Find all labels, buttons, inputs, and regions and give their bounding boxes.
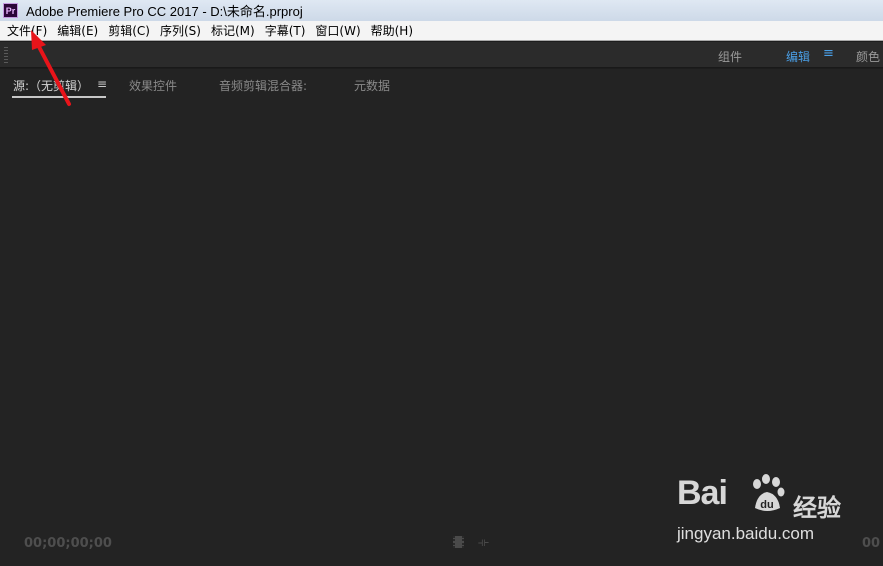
baidu-watermark: Bai du 经验 jingyan.baidu.com <box>677 474 847 554</box>
tab-metadata[interactable]: 元数据 <box>354 77 390 94</box>
watermark-logo-text: Bai <box>677 474 728 512</box>
tab-audio-clip-mixer[interactable]: 音频剪辑混合器: <box>219 77 307 94</box>
tab-effect-controls[interactable]: 效果控件 <box>129 77 177 94</box>
baidu-paw-icon: du <box>753 474 785 511</box>
premiere-app-icon: Pr <box>3 3 18 18</box>
watermark-jingyan-text: 经验 <box>793 494 841 522</box>
menu-window[interactable]: 窗口(W) <box>313 22 362 39</box>
workspace-menu-icon[interactable]: ≡ <box>823 46 834 61</box>
drag-video-only-icon[interactable] <box>453 536 464 548</box>
workspace-tab-assembly[interactable]: 组件 <box>718 48 742 65</box>
playhead-timecode[interactable]: 00;00;00;00 <box>24 536 112 551</box>
watermark-url: jingyan.baidu.com <box>677 524 815 543</box>
panel-menu-icon[interactable]: ≡ <box>97 77 107 91</box>
menu-edit[interactable]: 编辑(E) <box>55 22 100 39</box>
menu-marker[interactable]: 标记(M) <box>209 22 257 39</box>
menu-clip[interactable]: 剪辑(C) <box>106 22 152 39</box>
active-tab-underline <box>12 96 106 98</box>
menu-file[interactable]: 文件(F) <box>5 22 49 39</box>
window-title: Adobe Premiere Pro CC 2017 - D:\未命名.prpr… <box>26 4 303 19</box>
menu-title[interactable]: 字幕(T) <box>263 22 308 39</box>
tab-source[interactable]: 源:（无剪辑） <box>13 77 89 94</box>
workspace-tab-editing[interactable]: 编辑 <box>786 48 810 65</box>
drag-audio-only-icon[interactable]: ⟛ <box>478 535 489 550</box>
panel-grip-handle[interactable] <box>4 47 8 63</box>
menu-help[interactable]: 帮助(H) <box>369 22 415 39</box>
title-bar: Pr Adobe Premiere Pro CC 2017 - D:\未命名.p… <box>0 0 883 21</box>
watermark-du-text: du <box>760 499 773 511</box>
menu-bar: 文件(F) 编辑(E) 剪辑(C) 序列(S) 标记(M) 字幕(T) 窗口(W… <box>0 21 883 41</box>
workspace-bar: 组件 编辑 ≡ 颜色 <box>0 42 883 68</box>
menu-sequence[interactable]: 序列(S) <box>158 22 203 39</box>
duration-timecode: 00 <box>862 536 881 551</box>
workspace-tab-color[interactable]: 颜色 <box>856 48 880 65</box>
